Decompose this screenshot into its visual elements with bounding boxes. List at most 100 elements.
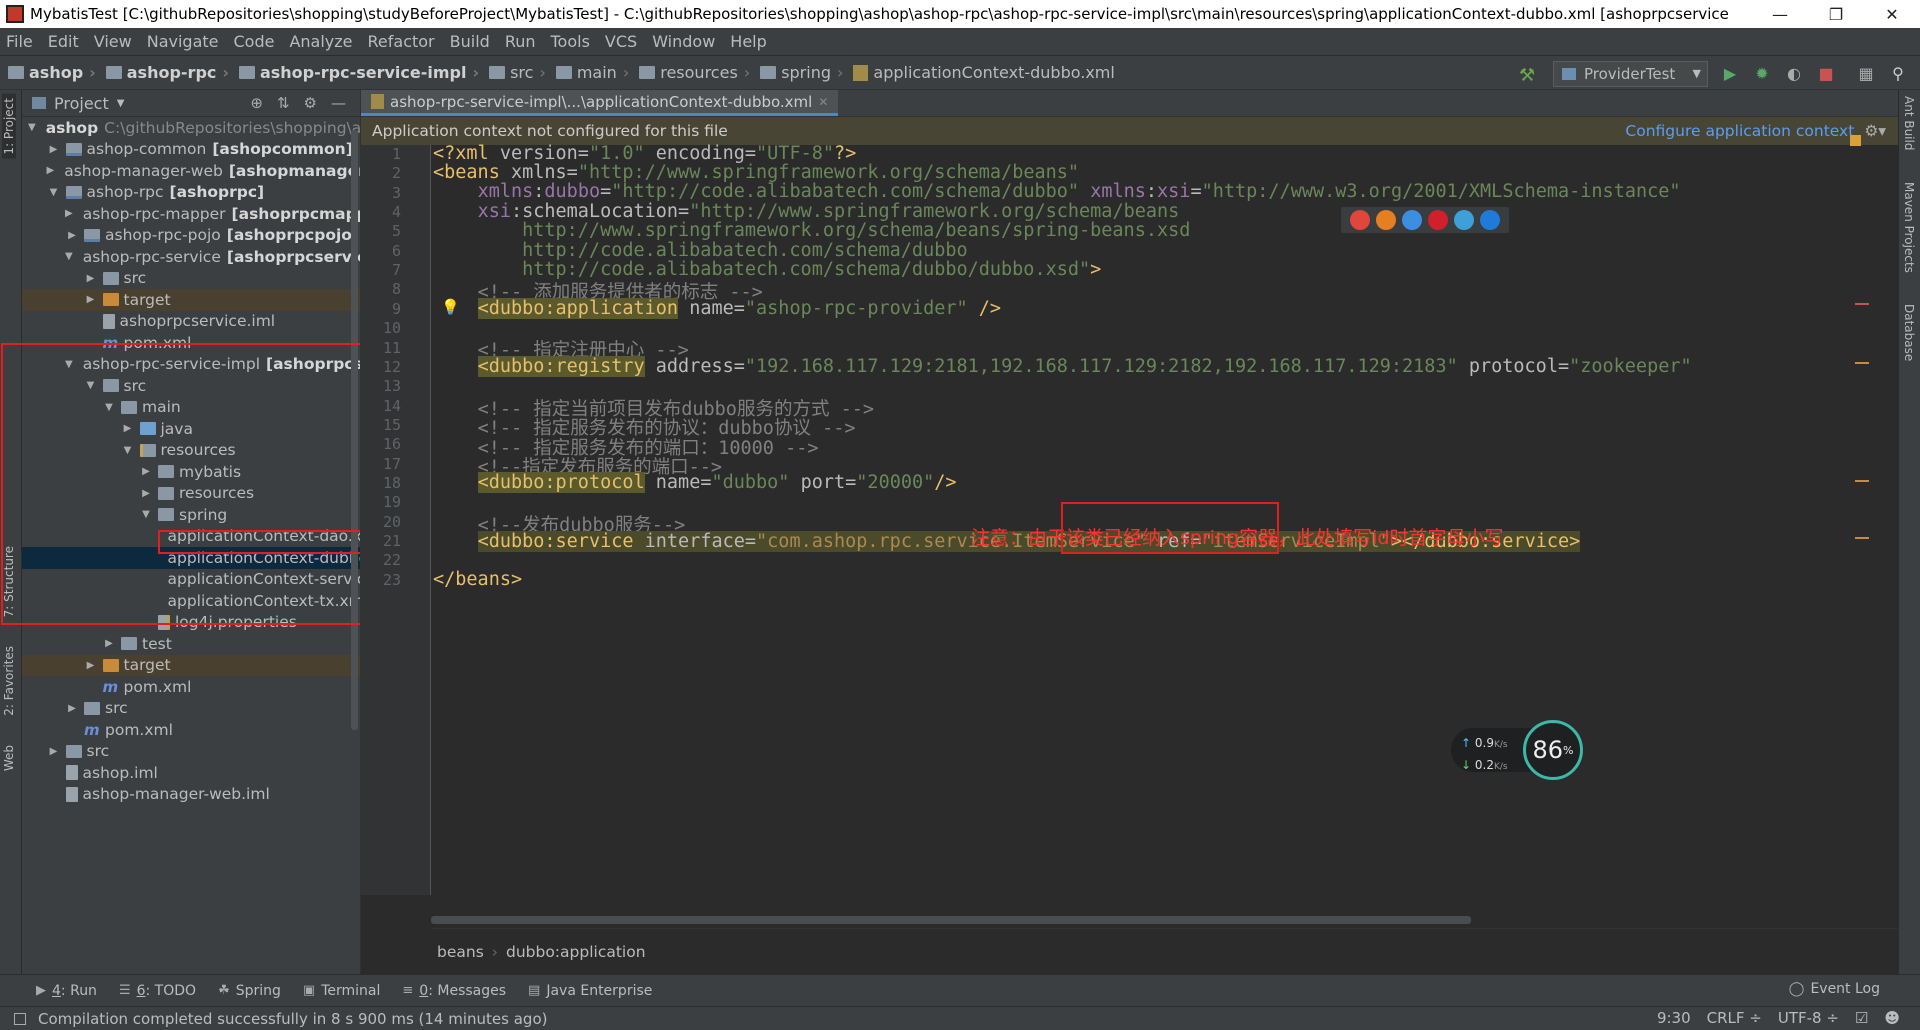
- tool-tab-structure[interactable]: 7: Structure: [2, 546, 16, 617]
- collapsed-arrow-icon[interactable]: ▶: [65, 208, 73, 219]
- tree-item[interactable]: ▶ ashop-rpc-pojo [ashoprpcpojo]: [22, 225, 360, 247]
- tree-item[interactable]: ashop-manager-web.iml: [22, 784, 360, 806]
- run-configuration-select[interactable]: ProviderTest ▼: [1553, 60, 1708, 87]
- expanded-arrow-icon[interactable]: ▼: [47, 187, 61, 198]
- search-icon[interactable]: ⚲: [1888, 64, 1908, 84]
- configure-application-context-link[interactable]: Configure application context: [1625, 122, 1854, 140]
- ie-icon[interactable]: [1454, 210, 1474, 230]
- nav-crumb[interactable]: ashop-rpc-service-impl ›: [238, 63, 479, 82]
- build-hammer-icon[interactable]: ⚒: [1519, 65, 1537, 86]
- maximize-button[interactable]: ❐: [1808, 0, 1864, 28]
- breadcrumb-beans[interactable]: beans: [437, 943, 484, 961]
- inspector-icon[interactable]: ☻: [1884, 1009, 1900, 1027]
- tree-item[interactable]: log4j.properties: [22, 612, 360, 634]
- stop-icon[interactable]: ■: [1816, 64, 1836, 84]
- collapsed-arrow-icon[interactable]: ▶: [47, 165, 55, 176]
- coverage-icon[interactable]: ◐: [1784, 64, 1804, 84]
- tool-button-todo[interactable]: ☰ 6: TODO: [119, 983, 196, 999]
- lightbulb-icon[interactable]: 💡: [441, 298, 460, 316]
- tree-item[interactable]: applicationContext-tx.xml: [22, 590, 369, 612]
- event-log-button[interactable]: ◯ Event Log: [1789, 981, 1880, 997]
- tree-item[interactable]: ▶ ashop-manager-web [ashopmanagerweb]: [22, 160, 409, 182]
- memory-percent-gauge[interactable]: 86%: [1523, 720, 1583, 780]
- tool-tab-maven-projects[interactable]: Maven Projects: [1902, 182, 1916, 273]
- tree-item[interactable]: ▶ target: [22, 654, 360, 676]
- tool-tab-favorites[interactable]: 2: Favorites: [2, 646, 16, 716]
- collapsed-arrow-icon[interactable]: ▶: [47, 144, 61, 155]
- menu-file[interactable]: File: [6, 32, 33, 51]
- nav-crumb[interactable]: resources ›: [639, 63, 750, 82]
- tree-item[interactable]: ▼ ashop C:\githubRepositories\shopping\ash…: [22, 117, 399, 139]
- warning-stripe-marker[interactable]: [1855, 537, 1869, 539]
- inspection-status-icon[interactable]: [1850, 135, 1861, 146]
- expanded-arrow-icon[interactable]: ▼: [102, 402, 116, 413]
- collapsed-arrow-icon[interactable]: ▶: [84, 273, 98, 284]
- debug-icon[interactable]: ✹: [1752, 64, 1772, 84]
- firefox-icon[interactable]: [1376, 210, 1396, 230]
- lock-icon[interactable]: ☑: [1855, 1009, 1868, 1027]
- menu-refactor[interactable]: Refactor: [368, 32, 435, 51]
- nav-crumb[interactable]: ashop ›: [8, 63, 96, 82]
- project-scrollbar[interactable]: [351, 130, 358, 730]
- gear-icon[interactable]: ⚙: [304, 94, 317, 112]
- menu-view[interactable]: View: [94, 32, 132, 51]
- tree-item[interactable]: ▶ ashop-common [ashopcommon]: [22, 139, 360, 161]
- chevron-down-icon[interactable]: ▼: [117, 98, 125, 109]
- menu-window[interactable]: Window: [652, 32, 715, 51]
- expanded-arrow-icon[interactable]: ▼: [65, 251, 73, 262]
- tree-item[interactable]: ▼ ashop-rpc [ashoprpc]: [22, 182, 360, 204]
- tree-item[interactable]: ▶ ashop-rpc-mapper [ashoprpcmapper]: [22, 203, 393, 225]
- minimize-button[interactable]: —: [1752, 0, 1808, 28]
- tool-button-run[interactable]: ▶ 4: Run: [36, 983, 97, 999]
- error-stripe-marker[interactable]: [1855, 303, 1869, 305]
- tree-item[interactable]: m pom.xml: [22, 676, 360, 698]
- tool-button-spring[interactable]: ☘ Spring: [218, 983, 281, 999]
- tree-item[interactable]: m pom.xml: [22, 719, 360, 741]
- collapsed-arrow-icon[interactable]: ▶: [139, 488, 153, 499]
- safari-icon[interactable]: [1402, 210, 1422, 230]
- nav-crumb[interactable]: main ›: [555, 63, 629, 82]
- tree-item[interactable]: ▼ src: [22, 375, 360, 397]
- line-separator[interactable]: CRLF ÷: [1707, 1009, 1762, 1027]
- hide-panel-icon[interactable]: —: [331, 94, 346, 112]
- menu-run[interactable]: Run: [505, 32, 536, 51]
- gear-icon[interactable]: ⚙▾: [1864, 122, 1886, 140]
- collapsed-arrow-icon[interactable]: ▶: [65, 703, 79, 714]
- tool-tab-database[interactable]: Database: [1902, 304, 1916, 361]
- expanded-arrow-icon[interactable]: ▼: [84, 380, 98, 391]
- menu-code[interactable]: Code: [234, 32, 275, 51]
- nav-crumb[interactable]: applicationContext-dubbo.xml: [853, 63, 1115, 82]
- expanded-arrow-icon[interactable]: ▼: [121, 445, 135, 456]
- tool-tab-project[interactable]: 1: Project: [2, 94, 16, 159]
- code-area[interactable]: 1 2 3 4 5 6 7 8 9 10 11 12 13 14 15 16 17 18 19 20 21 22 23 <?…: [361, 135, 1899, 895]
- tree-item[interactable]: ▶ resources: [22, 483, 360, 505]
- menu-tools[interactable]: Tools: [551, 32, 590, 51]
- tree-item[interactable]: ▶ test: [22, 633, 360, 655]
- tree-item[interactable]: ▼ resources: [22, 440, 360, 462]
- expanded-arrow-icon[interactable]: ▼: [139, 509, 153, 520]
- tree-item[interactable]: applicationContext-dubbo.x: [22, 547, 382, 569]
- menu-help[interactable]: Help: [730, 32, 766, 51]
- collapsed-arrow-icon[interactable]: ▶: [139, 466, 153, 477]
- nav-crumb[interactable]: ashop-rpc ›: [105, 63, 229, 82]
- tree-item[interactable]: ▼ main: [22, 397, 360, 419]
- tree-item[interactable]: ▶ src: [22, 698, 360, 720]
- collapsed-arrow-icon[interactable]: ▶: [65, 230, 79, 241]
- opera-icon[interactable]: [1428, 210, 1448, 230]
- tree-item[interactable]: ▶ java: [22, 418, 360, 440]
- locate-target-icon[interactable]: ⊕: [250, 94, 263, 112]
- menu-analyze[interactable]: Analyze: [289, 32, 352, 51]
- toggle-tool-windows-icon[interactable]: [14, 1012, 26, 1025]
- collapsed-arrow-icon[interactable]: ▶: [84, 660, 98, 671]
- tree-item[interactable]: ▶ target: [22, 289, 360, 311]
- file-encoding[interactable]: UTF-8 ÷: [1778, 1009, 1839, 1027]
- tree-item[interactable]: ashoprpcservice.iml: [22, 311, 360, 333]
- menu-vcs[interactable]: VCS: [605, 32, 637, 51]
- close-window-button[interactable]: ✕: [1864, 0, 1920, 28]
- menu-build[interactable]: Build: [450, 32, 490, 51]
- caret-position[interactable]: 9:30: [1657, 1009, 1691, 1027]
- tree-item[interactable]: ▶ mybatis: [22, 461, 360, 483]
- nav-crumb[interactable]: spring ›: [760, 63, 843, 82]
- horizontal-scrollbar[interactable]: [431, 916, 1471, 924]
- expanded-arrow-icon[interactable]: ▼: [28, 122, 36, 133]
